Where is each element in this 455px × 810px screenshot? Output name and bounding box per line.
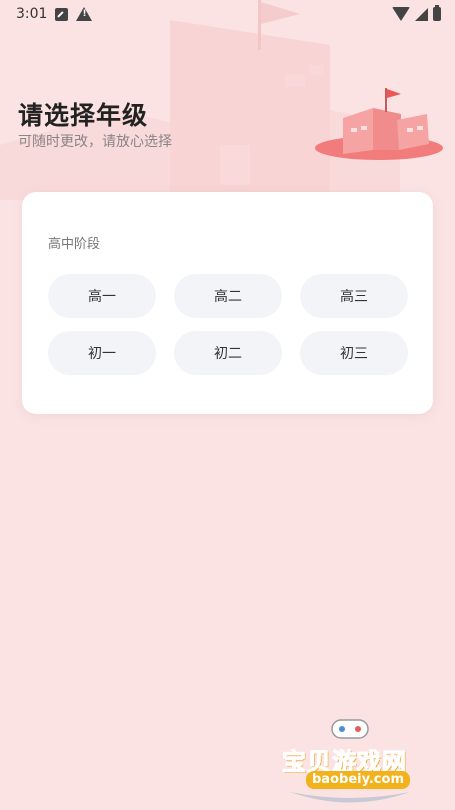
grade-button-junior-2[interactable]: 初二: [174, 331, 282, 375]
watermark-url: baobeiy.com: [306, 771, 410, 789]
wifi-icon: [392, 7, 410, 21]
status-time: 3:01: [16, 6, 48, 22]
grade-button-junior-1[interactable]: 初一: [48, 331, 156, 375]
castle-illustration: [315, 88, 443, 160]
status-bar: 3:01: [0, 0, 455, 28]
page-title: 请选择年级: [18, 101, 149, 130]
section-label: 高中阶段: [48, 237, 101, 252]
app-notification-icon: [55, 7, 69, 21]
status-right: [392, 5, 441, 21]
grade-button-senior-1[interactable]: 高一: [48, 274, 156, 318]
grade-button-senior-3[interactable]: 高三: [300, 274, 408, 318]
watermark-logo: 宝贝游戏网 baobeiy.com: [280, 718, 420, 806]
cell-signal-icon: [415, 7, 428, 21]
grade-button-senior-2[interactable]: 高二: [174, 274, 282, 318]
grade-button-junior-3[interactable]: 初三: [300, 331, 408, 375]
page-subtitle: 可随时更改，请放心选择: [18, 134, 172, 150]
grade-options: 高一 高二 高三 初一 初二 初三: [48, 274, 408, 375]
status-left: 3:01: [16, 6, 93, 22]
warning-icon: [76, 7, 93, 21]
battery-icon: [433, 5, 441, 21]
grade-selection-card: 高中阶段 高一 高二 高三 初一 初二 初三: [22, 192, 433, 414]
